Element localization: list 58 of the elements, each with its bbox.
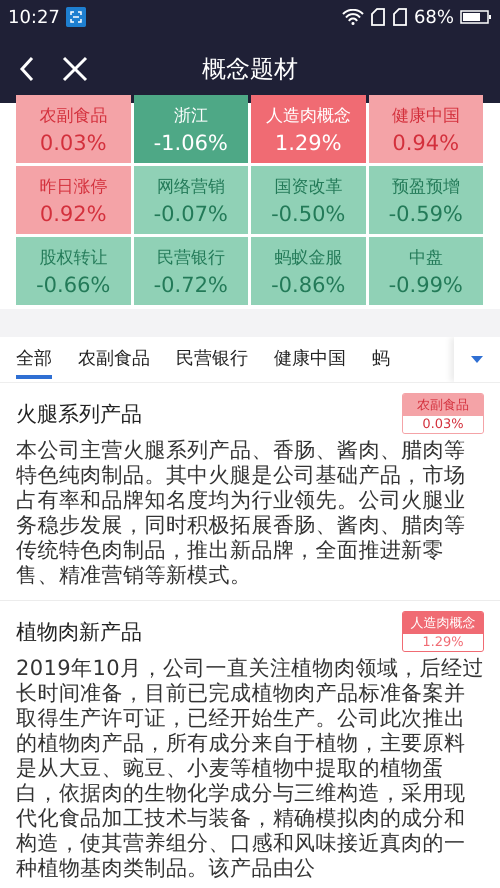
back-button[interactable]	[18, 54, 36, 82]
concept-name: 昨日涨停	[39, 176, 108, 198]
concept-tile[interactable]: 昨日涨停 0.92%	[16, 166, 130, 234]
concept-tile[interactable]: 民营银行 -0.72%	[134, 237, 248, 305]
concept-name: 国资改革	[274, 176, 342, 198]
category-tab[interactable]: 蚂	[372, 337, 390, 382]
article-title: 火腿系列产品	[16, 400, 142, 428]
concept-tile[interactable]: 农副食品 0.03%	[16, 95, 130, 163]
battery-percent: 68%	[414, 6, 454, 28]
concept-name: 民营银行	[156, 246, 225, 268]
concept-change: -0.66%	[36, 272, 110, 296]
concept-tile[interactable]: 浙江 -1.06%	[134, 95, 248, 163]
status-time: 10:27	[8, 6, 60, 28]
concept-tile[interactable]: 蚂蚁金服 -0.86%	[251, 237, 366, 305]
concept-name: 人造肉概念	[266, 104, 351, 126]
concept-name: 股权转让	[39, 246, 108, 268]
page-title: 概念题材	[201, 54, 299, 84]
concept-name: 网络营销	[156, 176, 225, 198]
concept-change: 0.92%	[40, 202, 107, 226]
concept-tile[interactable]: 预盈预增 -0.59%	[368, 166, 483, 234]
concept-name: 农副食品	[39, 104, 108, 126]
concept-change: -0.50%	[271, 202, 346, 226]
concept-change: 1.29%	[274, 130, 342, 154]
article-body: 2019年10月，公司一直关注植物肉领域，后经过长时间准备，目前已完成植物肉产品标准备案并取得生产许可证，已经开始生产。公司此次推出的植物肉产品，所有成分来自于植物，主要原料是从大豆、豌豆、小麦等植物中提取的植物蛋白，依据肉的生物化学成分与三维构造，采用现代化食品加工技术与装备，精确模拟肉的成分和构造，使其营养组分、口感和风味接近真肉的一种植物基肉类制品。该产品由公	[16, 656, 484, 881]
caret-icon	[471, 356, 483, 363]
close-button[interactable]	[62, 56, 88, 82]
category-tab[interactable]: 农副食品	[78, 337, 150, 382]
concept-change: -0.86%	[271, 272, 346, 296]
category-tab[interactable]: 全部	[0, 337, 52, 382]
concept-change: 0.94%	[392, 130, 460, 154]
concept-name: 蚂蚁金服	[274, 246, 342, 268]
sim-icon	[370, 8, 386, 26]
concept-tile[interactable]: 国资改革 -0.50%	[251, 166, 366, 234]
concept-change: -1.06%	[154, 130, 228, 154]
screenshot-icon	[66, 7, 86, 27]
concept-change: 0.03%	[40, 130, 107, 154]
concept-name: 预盈预增	[392, 176, 460, 198]
concept-tag[interactable]: 农副食品 0.03%	[402, 393, 484, 434]
concept-tile[interactable]: 中盘 -0.99%	[368, 237, 483, 305]
article-title: 植物肉新产品	[16, 618, 142, 646]
concept-tile[interactable]: 健康中国 0.94%	[368, 95, 483, 163]
category-tab[interactable]: 健康中国	[274, 337, 346, 382]
article-body: 本公司主营火腿系列产品、香肠、酱肉、腊肉等特色纯肉制品。其中火腿是公司基础产品，市场占有率和品牌知名度均为行业领先。公司火腿业务稳步发展，同时积极拓展香肠、酱肉、腊肉等传统特色肉制品，推出新品牌，全面推进新零售、精准营销等新模式。	[16, 438, 466, 588]
concept-change: -0.07%	[154, 202, 228, 226]
concept-name: 健康中国	[392, 104, 460, 126]
concept-change: -0.99%	[388, 272, 463, 296]
concept-tile[interactable]: 人造肉概念 1.29%	[251, 95, 366, 163]
concept-tag[interactable]: 人造肉概念 1.29%	[402, 611, 484, 652]
category-tab[interactable]: 民营银行	[176, 337, 248, 382]
concept-change: -0.59%	[388, 202, 463, 226]
wifi-icon	[342, 9, 364, 25]
concept-change: -0.72%	[154, 272, 228, 296]
concept-name: 中盘	[408, 246, 443, 268]
battery-icon	[460, 9, 492, 25]
sim-icon	[392, 8, 408, 26]
concept-tile[interactable]: 股权转让 -0.66%	[16, 237, 130, 305]
concept-tile[interactable]: 网络营销 -0.07%	[134, 166, 248, 234]
concept-name: 浙江	[174, 104, 208, 126]
